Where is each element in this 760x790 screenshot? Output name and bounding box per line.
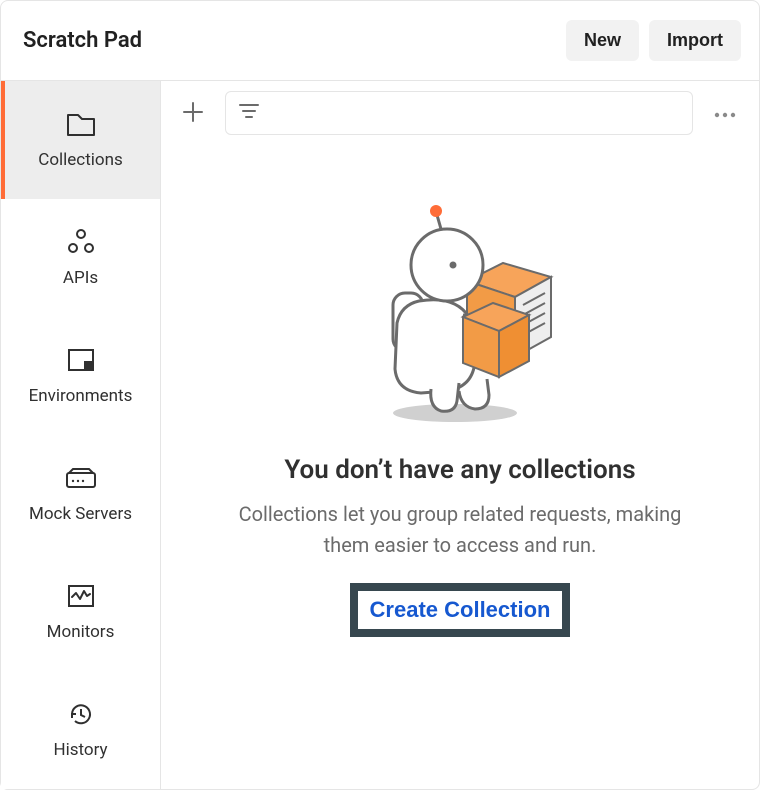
sidebar-item-label: Mock Servers (29, 504, 132, 524)
main: You don’t have any collections Collectio… (161, 81, 759, 789)
sidebar-item-mock-servers[interactable]: Mock Servers (1, 435, 160, 553)
plus-icon (182, 101, 204, 126)
empty-title: You don’t have any collections (284, 455, 635, 485)
sidebar-item-monitors[interactable]: Monitors (1, 553, 160, 671)
sidebar-item-history[interactable]: History (1, 671, 160, 789)
filter-input[interactable] (268, 104, 680, 122)
create-collection-button[interactable]: Create Collection (370, 597, 551, 623)
sidebar-item-label: History (53, 740, 107, 760)
sidebar: Collections APIs (1, 81, 161, 789)
workspace-title: Scratch Pad (23, 28, 142, 53)
filter-icon (238, 102, 268, 124)
header: Scratch Pad New Import (1, 1, 759, 81)
body: Collections APIs (1, 81, 759, 789)
history-icon (67, 700, 95, 728)
cta-highlight: Create Collection (350, 583, 571, 637)
sidebar-item-environments[interactable]: Environments (1, 317, 160, 435)
sidebar-item-label: Environments (29, 386, 133, 406)
more-horizontal-icon (713, 106, 737, 121)
mock-servers-icon (65, 464, 97, 492)
sidebar-item-apis[interactable]: APIs (1, 199, 160, 317)
filter-box[interactable] (225, 91, 693, 135)
app-frame: Scratch Pad New Import Collections (0, 0, 760, 790)
sidebar-item-label: Monitors (47, 622, 115, 642)
empty-state: You don’t have any collections Collectio… (161, 145, 759, 789)
sidebar-item-collections[interactable]: Collections (1, 81, 160, 199)
new-button[interactable]: New (566, 20, 639, 61)
apis-icon (66, 228, 96, 256)
folder-icon (66, 110, 96, 138)
add-button[interactable] (175, 95, 211, 131)
empty-illustration (345, 205, 575, 425)
environments-icon (67, 346, 95, 374)
sidebar-item-label: Collections (38, 150, 123, 170)
toolbar (161, 81, 759, 145)
sidebar-item-label: APIs (63, 268, 98, 288)
empty-description: Collections let you group related reques… (220, 499, 700, 561)
header-actions: New Import (566, 20, 741, 61)
import-button[interactable]: Import (649, 20, 741, 61)
more-button[interactable] (707, 95, 743, 131)
monitors-icon (67, 582, 95, 610)
